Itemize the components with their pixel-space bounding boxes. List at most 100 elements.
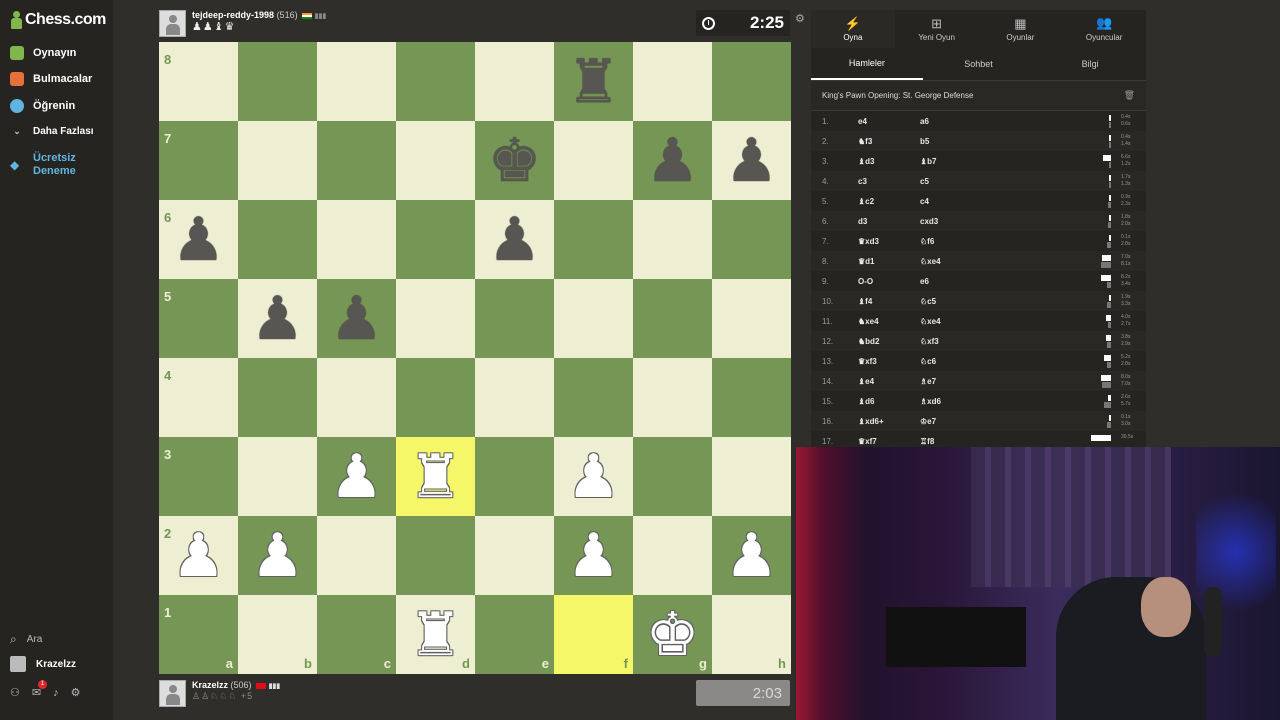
square-c4[interactable] — [317, 358, 396, 437]
white-pawn-icon[interactable]: ♟ — [554, 437, 633, 516]
opponent-name[interactable]: tejdeep-reddy-1998 — [192, 10, 274, 20]
white-move[interactable]: c3 — [858, 177, 920, 186]
square-g5[interactable] — [633, 279, 712, 358]
white-pawn-icon[interactable]: ♟ — [712, 516, 791, 595]
square-c7[interactable] — [317, 121, 396, 200]
square-e1[interactable]: e — [475, 595, 554, 674]
square-f5[interactable] — [554, 279, 633, 358]
square-f8[interactable]: ♜ — [554, 42, 633, 121]
white-move[interactable]: ♝d3 — [858, 157, 920, 166]
square-a7[interactable]: 7 — [159, 121, 238, 200]
white-pawn-icon[interactable]: ♟ — [554, 516, 633, 595]
square-h3[interactable] — [712, 437, 791, 516]
black-pawn-icon[interactable]: ♟ — [633, 121, 712, 200]
square-d7[interactable] — [396, 121, 475, 200]
square-a6[interactable]: 6 ♟ — [159, 200, 238, 279]
square-d5[interactable] — [396, 279, 475, 358]
square-b1[interactable]: b — [238, 595, 317, 674]
black-move[interactable]: ♔e7 — [920, 417, 982, 426]
white-move[interactable]: ♛xf7 — [858, 437, 920, 446]
white-pawn-icon[interactable]: ♟ — [159, 516, 238, 595]
board-settings-icon[interactable]: ⚙ — [795, 12, 805, 25]
black-move[interactable]: ♗e7 — [920, 377, 982, 386]
tab-play[interactable]: ⚡ Oyna — [811, 10, 895, 48]
square-e8[interactable] — [475, 42, 554, 121]
square-e2[interactable] — [475, 516, 554, 595]
square-c6[interactable] — [317, 200, 396, 279]
tab-chat[interactable]: Sohbet — [923, 48, 1035, 80]
square-h7[interactable]: ♟ — [712, 121, 791, 200]
user-profile-link[interactable]: Krazelzz — [10, 656, 76, 672]
square-b5[interactable]: ♟ — [238, 279, 317, 358]
square-h1[interactable]: h — [712, 595, 791, 674]
own-avatar[interactable] — [159, 680, 186, 707]
white-move[interactable]: ♛xf3 — [858, 357, 920, 366]
square-c3[interactable]: ♟ — [317, 437, 396, 516]
messages-icon[interactable]: ✉ 1 — [32, 680, 47, 699]
white-move[interactable]: ♞xe4 — [858, 317, 920, 326]
white-move[interactable]: ♝c2 — [858, 197, 920, 206]
square-e7[interactable]: ♚ — [475, 121, 554, 200]
trash-icon[interactable]: 🗑 — [1124, 90, 1135, 101]
square-g4[interactable] — [633, 358, 712, 437]
tab-info[interactable]: Bilgi — [1034, 48, 1146, 80]
square-b8[interactable] — [238, 42, 317, 121]
white-move[interactable]: ♝xd6+ — [858, 417, 920, 426]
white-pawn-icon[interactable]: ♟ — [238, 516, 317, 595]
square-a1[interactable]: 1a — [159, 595, 238, 674]
white-rook-icon[interactable]: ♜ — [396, 595, 475, 674]
white-move[interactable]: ♛xd3 — [858, 237, 920, 246]
square-h4[interactable] — [712, 358, 791, 437]
square-h5[interactable] — [712, 279, 791, 358]
tab-players[interactable]: 👥 Oyuncular — [1062, 10, 1146, 48]
black-rook-icon[interactable]: ♜ — [554, 42, 633, 121]
square-g3[interactable] — [633, 437, 712, 516]
black-pawn-icon[interactable]: ♟ — [159, 200, 238, 279]
square-e3[interactable] — [475, 437, 554, 516]
black-move[interactable]: ♘xe4 — [920, 317, 982, 326]
square-b3[interactable] — [238, 437, 317, 516]
square-a3[interactable]: 3 — [159, 437, 238, 516]
black-move[interactable]: c4 — [920, 197, 982, 206]
black-move[interactable]: ♝b7 — [920, 157, 982, 166]
square-a8[interactable]: 8 — [159, 42, 238, 121]
search-link[interactable]: ⌕ Ara — [10, 632, 42, 647]
white-move[interactable]: ♝f4 — [858, 297, 920, 306]
square-c1[interactable]: c — [317, 595, 396, 674]
white-move[interactable]: ♝d6 — [858, 397, 920, 406]
square-a5[interactable]: 5 — [159, 279, 238, 358]
square-d2[interactable] — [396, 516, 475, 595]
black-move[interactable]: cxd3 — [920, 217, 982, 226]
black-move[interactable]: b5 — [920, 137, 982, 146]
white-move[interactable]: e4 — [858, 117, 920, 126]
square-c8[interactable] — [317, 42, 396, 121]
square-g8[interactable] — [633, 42, 712, 121]
square-d8[interactable] — [396, 42, 475, 121]
black-king-icon[interactable]: ♚ — [475, 121, 554, 200]
square-d6[interactable] — [396, 200, 475, 279]
opening-name[interactable]: King's Pawn Opening: St. George Defense — [822, 91, 973, 100]
white-move[interactable]: ♝e4 — [858, 377, 920, 386]
square-f6[interactable] — [554, 200, 633, 279]
black-move[interactable]: ♘f6 — [920, 237, 982, 246]
square-f3[interactable]: ♟ — [554, 437, 633, 516]
black-move[interactable]: a6 — [920, 117, 982, 126]
black-move[interactable]: c5 — [920, 177, 982, 186]
chess-board[interactable]: 8 ♜ 7 ♚ ♟ ♟ 6 ♟ ♟ 5 ♟ ♟ 4 3 ♟ ♜ ♟ 2 ♟ ♟ ♟ ♟ 1 a b c d ♜ e f g ♚ h — [159, 42, 791, 674]
white-move[interactable]: d3 — [858, 217, 920, 226]
black-move[interactable]: ♘xf3 — [920, 337, 982, 346]
tab-moves[interactable]: Hamleler — [811, 48, 923, 80]
square-e6[interactable]: ♟ — [475, 200, 554, 279]
square-g2[interactable] — [633, 516, 712, 595]
black-pawn-icon[interactable]: ♟ — [712, 121, 791, 200]
black-move[interactable]: ♘c5 — [920, 297, 982, 306]
sidebar-item-puzzles[interactable]: Bulmacalar — [10, 72, 92, 86]
square-b4[interactable] — [238, 358, 317, 437]
square-h6[interactable] — [712, 200, 791, 279]
square-g1[interactable]: g ♚ — [633, 595, 712, 674]
black-pawn-icon[interactable]: ♟ — [317, 279, 396, 358]
sidebar-item-free-trial[interactable]: ◆ Ücretsiz Deneme — [10, 152, 93, 178]
opponent-avatar[interactable] — [159, 10, 186, 37]
square-c2[interactable] — [317, 516, 396, 595]
square-c5[interactable]: ♟ — [317, 279, 396, 358]
